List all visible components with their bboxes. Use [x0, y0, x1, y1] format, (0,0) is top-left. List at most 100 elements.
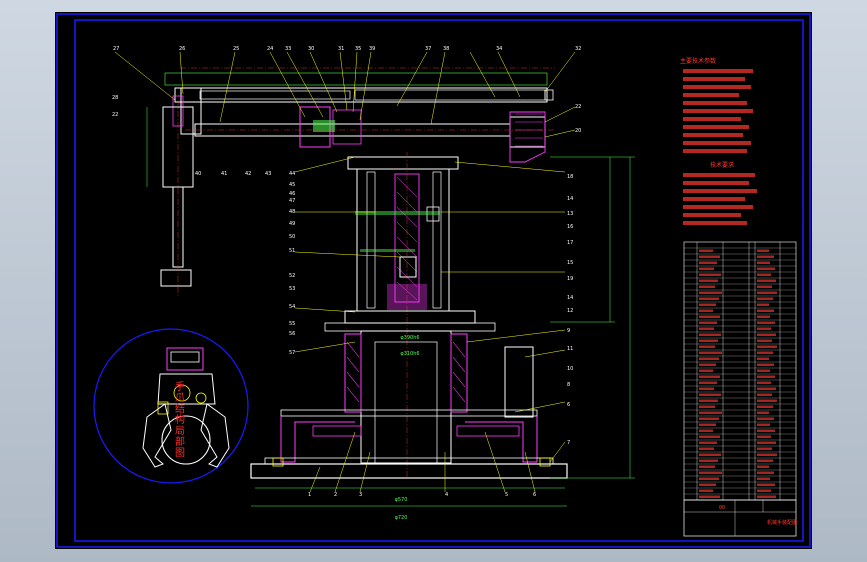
- gripper-arm: [146, 100, 194, 297]
- balloon-4: 4: [445, 492, 448, 498]
- balloon-20: 20: [575, 128, 581, 134]
- balloon-11: 11: [567, 346, 573, 352]
- parts-list-row-material: [757, 261, 770, 264]
- parts-list-row-text: [699, 447, 714, 450]
- parts-list-row-material: [757, 279, 776, 282]
- balloon-12: 12: [567, 308, 573, 314]
- parts-list-row-text: [699, 441, 717, 444]
- parts-list-rows: [684, 247, 796, 498]
- parts-list-row-material: [757, 387, 776, 390]
- parts-list-row-material: [757, 381, 771, 384]
- balloon-24: 24: [267, 46, 273, 52]
- center-column: [347, 152, 459, 477]
- assembly-drawing: φ570 φ720 φ390h6 φ310h6 27 26 25 24 33 3…: [56, 13, 811, 548]
- balloon-8: 8: [567, 382, 570, 388]
- balloon-17: 17: [567, 240, 573, 246]
- balloon-48: 48: [289, 209, 295, 215]
- parts-list-row-material: [757, 429, 775, 432]
- balloon-15: 15: [567, 260, 573, 266]
- parts-list-row-text: [699, 483, 716, 486]
- parts-list-row-material: [757, 297, 773, 300]
- gripper-detail-view: [93, 328, 249, 484]
- parts-list-row-material: [757, 339, 772, 342]
- parts-list-row-text: [699, 261, 717, 264]
- balloon-9: 9: [567, 328, 570, 334]
- parts-list-row-text: [699, 339, 718, 342]
- parts-list-row-material: [757, 483, 775, 486]
- balloon-16: 16: [567, 224, 573, 230]
- parts-list-row-text: [699, 495, 720, 498]
- balloon-50: 50: [289, 234, 295, 240]
- balloon-45: 45: [289, 182, 295, 188]
- parts-list-row-material: [757, 333, 776, 336]
- parts-list-row-material: [757, 393, 772, 396]
- parts-list-row-text: [699, 459, 718, 462]
- balloon-2: 2: [334, 492, 337, 498]
- parts-list-row-text: [699, 363, 716, 366]
- parts-list-row-text: [699, 411, 722, 414]
- balloon-54: 54: [289, 304, 295, 310]
- parts-list-row-text: [699, 279, 718, 282]
- balloon-1: 1: [308, 492, 311, 498]
- parts-list-row-text: [699, 381, 717, 384]
- balloon-52: 52: [289, 273, 295, 279]
- balloon-26: 26: [179, 46, 185, 52]
- parts-list-row-text: [699, 435, 720, 438]
- balloon-51: 51: [289, 248, 295, 254]
- balloon-49: 49: [289, 221, 295, 227]
- balloon-18: 18: [567, 174, 573, 180]
- parts-list-row-text: [699, 357, 719, 360]
- parts-list-row-text: [699, 333, 721, 336]
- balloon-35: 35: [355, 46, 361, 52]
- parts-list-row-material: [757, 291, 777, 294]
- parts-list-row-text: [699, 405, 715, 408]
- parts-list-row-material: [757, 411, 769, 414]
- parts-list-row-text: [699, 309, 713, 312]
- parts-list-row-material: [757, 363, 774, 366]
- parts-list-row-text: [699, 291, 722, 294]
- parts-list-row-text: [699, 273, 721, 276]
- cad-viewer: φ570 φ720 φ390h6 φ310h6 27 26 25 24 33 3…: [0, 0, 867, 562]
- tech-params-heading: 主要技术参数: [680, 57, 716, 65]
- parts-list-row-material: [757, 465, 769, 468]
- parts-list-row-material: [757, 303, 769, 306]
- balloon-27: 27: [113, 46, 119, 52]
- parts-list-row-text: [699, 345, 715, 348]
- parts-list-row-material: [757, 273, 771, 276]
- balloon-7: 7: [567, 440, 570, 446]
- parts-list-row-material: [757, 357, 769, 360]
- parts-list-row-material: [757, 315, 770, 318]
- dimension-phi570: φ570: [395, 497, 408, 503]
- parts-list-row-text: [699, 393, 721, 396]
- parts-list-row-material: [757, 453, 777, 456]
- parts-list-row-text: [699, 465, 715, 468]
- balloon-25: 25: [233, 46, 239, 52]
- balloon-5: 5: [505, 492, 508, 498]
- parts-list-row-text: [699, 321, 717, 324]
- balloon-32: 32: [575, 46, 581, 52]
- balloon-10: 10: [567, 366, 573, 372]
- balloon-3: 3: [359, 492, 362, 498]
- parts-list-row-text: [699, 351, 722, 354]
- parts-list-row-material: [757, 489, 771, 492]
- parts-list-row-text: [699, 315, 720, 318]
- balloon-39: 39: [369, 46, 375, 52]
- parts-list-row-material: [757, 435, 771, 438]
- parts-list-row-material: [757, 417, 774, 420]
- parts-list-row-text: [699, 453, 721, 456]
- balloon-13: 13: [567, 211, 573, 217]
- balloon-6-bottom: 6: [533, 492, 536, 498]
- balloon-53: 53: [289, 286, 295, 292]
- parts-list-row-text: [699, 477, 719, 480]
- parts-list-row-material: [757, 447, 772, 450]
- balloon-57: 57: [289, 350, 295, 356]
- balloon-19: 19: [567, 276, 573, 282]
- parts-list-row-material: [757, 285, 772, 288]
- parts-list-row-material: [757, 399, 777, 402]
- parts-list-row-text: [699, 387, 714, 390]
- parts-list-row-text: [699, 249, 713, 252]
- parts-list-row-material: [757, 495, 776, 498]
- balloon-43: 43: [265, 171, 271, 177]
- parts-list-row-material: [757, 375, 775, 378]
- title-block-name: 机械手装配图: [767, 519, 797, 526]
